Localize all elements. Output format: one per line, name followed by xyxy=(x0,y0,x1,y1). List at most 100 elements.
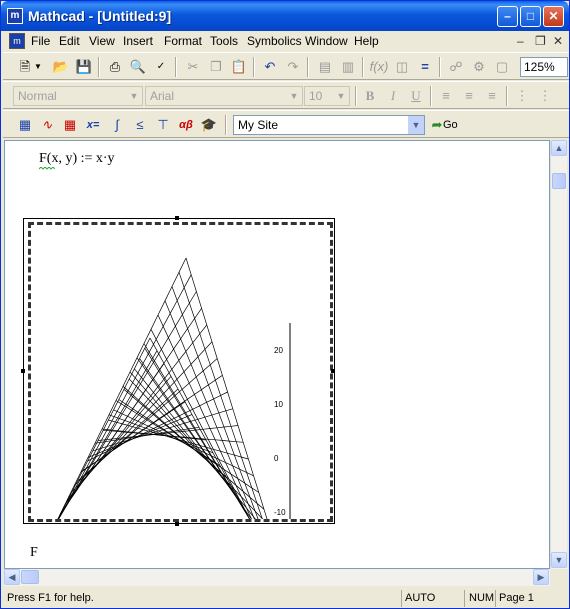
save-icon[interactable]: 💾 xyxy=(74,57,94,77)
font-value: Arial xyxy=(150,89,175,103)
font-size-select[interactable]: 10 ▼ xyxy=(304,86,350,106)
evaluation-icon[interactable]: x= xyxy=(83,115,103,135)
doc-minimize-button[interactable]: – xyxy=(517,34,524,48)
symbolic-icon[interactable]: 🎓 xyxy=(199,115,219,135)
document-icon[interactable]: m xyxy=(9,33,25,49)
doc-close-button[interactable]: ✕ xyxy=(553,34,563,48)
insert-unit-icon[interactable]: ◫ xyxy=(392,57,412,77)
bullets-icon[interactable]: ⋮ xyxy=(512,86,532,106)
bold-button[interactable]: B xyxy=(360,86,380,106)
site-value: My Site xyxy=(238,118,279,132)
mathcad-window: m Mathcad - [Untitled:9] – □ ✕ m File Ed… xyxy=(0,0,570,609)
scroll-down-icon[interactable]: ▼ xyxy=(551,552,567,568)
formatting-toolbar: Normal ▼ Arial ▼ 10 ▼ B I U ≡ ≡ ≡ ⋮ ⋮ xyxy=(3,81,569,109)
chevron-down-icon: ▼ xyxy=(126,87,142,105)
align-left-icon[interactable]: ≡ xyxy=(436,86,456,106)
menu-view[interactable]: View xyxy=(89,34,115,48)
menu-insert[interactable]: Insert xyxy=(123,34,153,48)
resize-handle[interactable] xyxy=(21,369,25,373)
new-dropdown-icon[interactable]: ▼ xyxy=(33,57,43,77)
font-select[interactable]: Arial ▼ xyxy=(145,86,303,106)
italic-button[interactable]: I xyxy=(383,86,403,106)
align-across-icon[interactable]: ▤ xyxy=(315,57,335,77)
greek-icon[interactable]: αβ xyxy=(176,115,196,135)
calculator-icon[interactable]: ▦ xyxy=(15,115,35,135)
open-icon[interactable]: 📂 xyxy=(51,57,71,77)
menu-edit[interactable]: Edit xyxy=(59,34,80,48)
status-num: NUM xyxy=(469,592,495,604)
insert-function-icon[interactable]: f(x) xyxy=(369,57,389,77)
cut-icon[interactable]: ✂ xyxy=(183,57,203,77)
menu-window[interactable]: Window xyxy=(305,34,348,48)
undo-icon[interactable]: ↶ xyxy=(260,57,280,77)
calculus-icon[interactable]: ∫ xyxy=(107,115,127,135)
surface-mesh-line xyxy=(97,425,239,441)
resize-handle[interactable] xyxy=(175,522,179,526)
font-size-value: 10 xyxy=(309,89,323,103)
scroll-left-icon[interactable]: ◀ xyxy=(4,569,20,585)
maximize-button[interactable]: □ xyxy=(520,6,541,27)
vertical-scroll-thumb[interactable] xyxy=(552,173,566,189)
underline-button[interactable]: U xyxy=(406,86,426,106)
numbering-icon[interactable]: ⋮ xyxy=(535,86,555,106)
title-bar[interactable]: m Mathcad - [Untitled:9] – □ ✕ xyxy=(1,1,569,31)
spell-underline xyxy=(39,167,55,170)
calculate-icon[interactable]: = xyxy=(415,57,435,77)
horizontal-scrollbar[interactable]: ◀ ▶ xyxy=(4,569,550,586)
standard-toolbar: 🗎 ▼ 📂 💾 ⎙ 🔍 ✓ ✂ ❐ 📋 ↶ ↷ ▤ ▥ f(x) ◫ = ☍ ⚙… xyxy=(3,52,569,80)
function-definition[interactable]: F(x, y) := x·y xyxy=(39,151,115,167)
plot-label[interactable]: F xyxy=(30,545,38,561)
surface-mesh-line xyxy=(150,329,256,530)
menu-file[interactable]: File xyxy=(31,34,50,48)
programming-icon[interactable]: ⊤ xyxy=(153,115,173,135)
horizontal-scroll-thumb[interactable] xyxy=(21,570,39,584)
surface-plot[interactable]: 420-2-4-4-202420100-10-20 xyxy=(28,222,333,594)
surface-mesh-line xyxy=(123,389,265,510)
surface-plot-canvas: 420-2-4-4-202420100-10-20 xyxy=(45,257,291,594)
menu-symbolics[interactable]: Symbolics xyxy=(247,34,302,48)
redo-icon[interactable]: ↷ xyxy=(283,57,303,77)
new-icon[interactable]: 🗎 xyxy=(15,57,35,77)
insert-hyperlink-icon[interactable]: ☍ xyxy=(446,57,466,77)
resource-center-icon[interactable]: ▢ xyxy=(492,57,512,77)
menu-bar: m File Edit View Insert Format Tools Sym… xyxy=(3,31,569,51)
menu-help[interactable]: Help xyxy=(354,34,379,48)
resize-handle[interactable] xyxy=(175,216,179,220)
menu-tools[interactable]: Tools xyxy=(210,34,238,48)
boolean-icon[interactable]: ≤ xyxy=(130,115,150,135)
scroll-up-icon[interactable]: ▲ xyxy=(551,140,567,156)
status-mode: AUTO xyxy=(405,592,436,604)
print-icon[interactable]: ⎙ xyxy=(105,57,125,77)
worksheet[interactable]: F(x, y) := x·y 420-2-4-4-202420100-10-20… xyxy=(4,140,550,594)
graph-icon[interactable]: ∿ xyxy=(37,115,57,135)
matrix-icon[interactable]: ▦ xyxy=(60,115,80,135)
scroll-right-icon[interactable]: ▶ xyxy=(533,569,549,585)
align-center-icon[interactable]: ≡ xyxy=(459,86,479,106)
menu-format[interactable]: Format xyxy=(164,34,202,48)
minimize-button[interactable]: – xyxy=(497,6,518,27)
align-down-icon[interactable]: ▥ xyxy=(338,57,358,77)
chevron-down-icon: ▼ xyxy=(286,87,302,105)
surface-mesh-line xyxy=(50,274,192,533)
window-title: Mathcad - [Untitled:9] xyxy=(28,8,172,24)
zoom-select[interactable]: 125% xyxy=(520,57,568,77)
insert-component-icon[interactable]: ⚙ xyxy=(469,57,489,77)
site-select[interactable]: My Site ▼ xyxy=(233,115,425,135)
vertical-scrollbar[interactable]: ▲ ▼ xyxy=(550,140,567,569)
surface-mesh-line xyxy=(171,286,277,568)
style-value: Normal xyxy=(18,89,57,103)
spell-check-icon[interactable]: ✓ xyxy=(151,57,171,77)
go-button[interactable]: Go xyxy=(443,119,458,131)
paste-icon[interactable]: 📋 xyxy=(229,57,249,77)
surface-mesh-line xyxy=(82,375,223,472)
mathcad-app-icon[interactable]: m xyxy=(7,8,23,24)
align-right-icon[interactable]: ≡ xyxy=(482,86,502,106)
surface-mesh-line xyxy=(164,300,270,555)
surface-mesh-line xyxy=(139,358,280,560)
resize-handle[interactable] xyxy=(331,369,335,373)
close-button[interactable]: ✕ xyxy=(543,6,564,27)
copy-icon[interactable]: ❐ xyxy=(206,57,226,77)
print-preview-icon[interactable]: 🔍 xyxy=(128,57,148,77)
doc-restore-button[interactable]: ❐ xyxy=(535,34,546,48)
style-select[interactable]: Normal ▼ xyxy=(13,86,143,106)
